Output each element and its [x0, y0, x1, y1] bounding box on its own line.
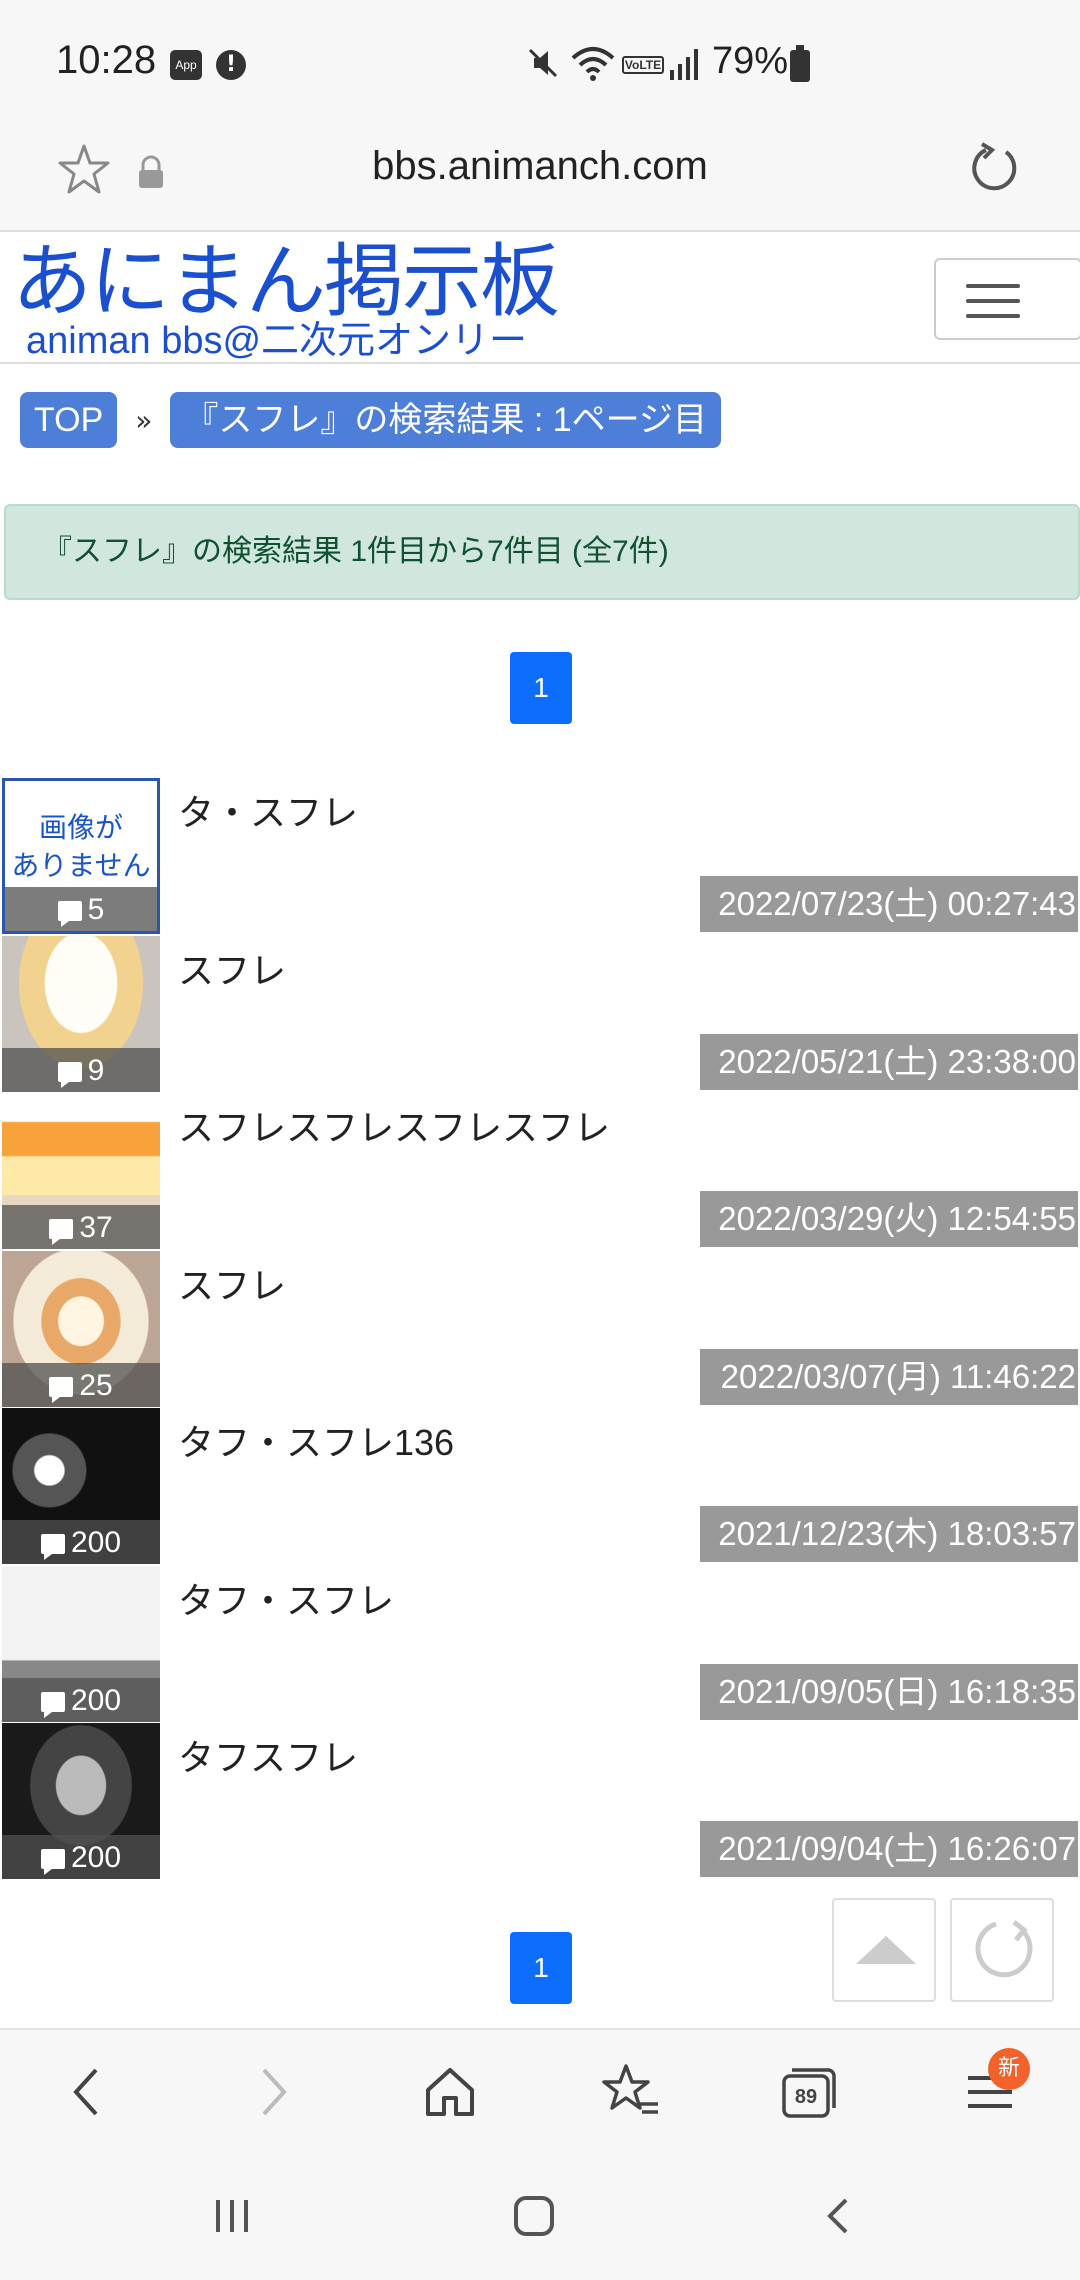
system-back-icon[interactable] — [814, 2192, 862, 2240]
battery-percent: 79% — [712, 40, 789, 82]
thread-title[interactable]: スフレ — [178, 1257, 286, 1309]
comment-icon — [49, 1376, 74, 1403]
thread-row[interactable]: 37 スフレスフレスフレスフレ 2022/03/29(火) 12:54:55 — [0, 1091, 1080, 1249]
bookmarks-icon[interactable] — [598, 2060, 662, 2124]
home-icon[interactable] — [418, 2060, 482, 2124]
hamburger-line — [966, 284, 1020, 288]
menu-new-badge: 新 — [988, 2048, 1030, 2090]
back-icon[interactable] — [56, 2060, 120, 2124]
thread-date: 2021/12/23(木) 18:03:57 — [700, 1506, 1078, 1562]
reply-count-value: 200 — [70, 1526, 122, 1559]
scroll-to-top-button[interactable] — [832, 1898, 936, 2002]
thread-date: 2022/07/23(土) 00:27:43 — [700, 876, 1078, 932]
browser-toolbar: 89 新 — [0, 2028, 1080, 2154]
wifi-icon — [571, 47, 615, 81]
battery-icon — [790, 45, 810, 82]
reply-count: 200 — [2, 1520, 160, 1564]
reply-count: 200 — [2, 1677, 160, 1722]
refresh-page-button[interactable] — [950, 1898, 1054, 2002]
triangle-up-icon — [856, 1936, 916, 1964]
breadcrumb: TOP » 『スフレ』の検索結果 : 1ページ目 — [20, 392, 721, 448]
comment-icon — [40, 1849, 65, 1875]
comment-icon — [49, 1219, 74, 1245]
hamburger-line — [966, 314, 1020, 318]
thread-date: 2021/09/05(日) 16:18:35 — [700, 1663, 1078, 1720]
hamburger-line — [966, 299, 1020, 303]
thread-thumbnail[interactable]: 200 — [2, 1723, 160, 1879]
forward-icon[interactable] — [240, 2060, 304, 2124]
thread-title[interactable]: スフレスフレスフレスフレ — [178, 1099, 610, 1151]
status-time: 10:28 — [56, 38, 157, 82]
breadcrumb-top[interactable]: TOP — [20, 392, 118, 448]
android-navigation-bar — [0, 2154, 1080, 2280]
url-text[interactable]: bbs.animanch.com — [0, 144, 1080, 189]
thread-title[interactable]: タフスフレ — [178, 1729, 358, 1781]
breadcrumb-separator: » — [135, 403, 153, 437]
thread-thumbnail[interactable]: 25 — [2, 1250, 160, 1407]
site-logo[interactable]: あにまん掲示板 — [12, 234, 560, 330]
thread-row[interactable]: 200 タフ・スフレ 2021/09/05(日) 16:18:35 — [0, 1564, 1080, 1722]
thread-date: 2022/05/21(土) 23:38:00 — [700, 1033, 1078, 1090]
comment-icon — [57, 901, 82, 927]
browser-url-bar: bbs.animanch.com — [0, 120, 1080, 232]
comment-icon — [57, 1061, 82, 1088]
thread-row[interactable]: 9 スフレ 2022/05/21(土) 23:38:00 — [0, 934, 1080, 1092]
volte-icon: VoLTE — [622, 56, 664, 74]
reply-count-value: 37 — [79, 1211, 113, 1244]
reply-count-value: 9 — [87, 1053, 105, 1087]
thread-thumbnail[interactable]: 9 — [2, 935, 160, 1092]
reply-count-value: 5 — [87, 893, 105, 926]
thread-thumbnail[interactable]: 200 — [2, 1565, 160, 1722]
thread-thumbnail[interactable]: 37 — [2, 1093, 160, 1249]
home-button-icon[interactable] — [510, 2192, 558, 2240]
reply-count: 9 — [2, 1047, 160, 1092]
search-result-summary: 『スフレ』の検索結果 1件目から7件目 (全7件) — [4, 504, 1080, 600]
breadcrumb-current[interactable]: 『スフレ』の検索結果 : 1ページ目 — [170, 392, 721, 448]
site-logo-subtitle: animan bbs@二次元オンリー — [26, 320, 528, 362]
thread-thumbnail[interactable]: 画像が ありません 5 — [2, 778, 160, 934]
reply-count: 200 — [2, 1835, 160, 1879]
reply-count-value: 200 — [70, 1841, 122, 1874]
thread-date: 2022/03/07(月) 11:46:22 — [700, 1348, 1078, 1405]
reload-icon[interactable] — [966, 140, 1022, 196]
tabs-count: 89 — [794, 2086, 818, 2108]
no-image-line2: ありません — [11, 850, 151, 881]
comment-icon — [40, 1691, 65, 1718]
site-header: あにまん掲示板 animan bbs@二次元オンリー — [0, 232, 1080, 364]
alert-icon: ! — [216, 50, 246, 80]
thread-row[interactable]: 200 タフ・スフレ136 2021/12/23(木) 18:03:57 — [0, 1406, 1080, 1564]
reply-count-value: 25 — [79, 1368, 113, 1402]
pagination-page-1[interactable]: 1 — [510, 652, 572, 724]
app-notification-icon: App — [170, 50, 202, 80]
reply-count: 37 — [2, 1205, 160, 1249]
thread-date: 2021/09/04(土) 16:26:07 — [700, 1821, 1078, 1877]
thread-row[interactable]: 25 スフレ 2022/03/07(月) 11:46:22 — [0, 1249, 1080, 1407]
reply-count-value: 200 — [70, 1683, 122, 1717]
thread-title[interactable]: スフレ — [178, 942, 286, 994]
thread-list: 画像が ありません 5 タ・スフレ 2022/07/23(土) 00:27:43… — [0, 776, 1080, 1879]
no-image-placeholder: 画像が ありません — [5, 809, 157, 885]
thread-date: 2022/03/29(火) 12:54:55 — [700, 1191, 1078, 1247]
pagination-page-1-bottom[interactable]: 1 — [510, 1932, 572, 2004]
no-image-line1: 画像が — [38, 812, 123, 843]
signal-icon — [670, 49, 698, 80]
comment-icon — [40, 1534, 65, 1560]
mute-icon — [528, 48, 558, 78]
refresh-icon — [975, 1920, 1033, 1978]
thread-row[interactable]: 画像が ありません 5 タ・スフレ 2022/07/23(土) 00:27:43 — [0, 776, 1080, 934]
status-bar: 10:28 App ! VoLTE 79% — [0, 0, 1080, 120]
reply-count: 25 — [2, 1362, 160, 1407]
thread-row[interactable]: 200 タフスフレ 2021/09/04(土) 16:26:07 — [0, 1721, 1080, 1879]
hamburger-menu-button[interactable] — [934, 258, 1080, 340]
reply-count: 5 — [5, 887, 157, 931]
thread-thumbnail[interactable]: 200 — [2, 1408, 160, 1564]
thread-title[interactable]: タフ・スフレ — [178, 1572, 394, 1624]
recent-apps-icon[interactable] — [208, 2192, 256, 2240]
thread-title[interactable]: タ・スフレ — [178, 784, 358, 836]
tabs-button[interactable]: 89 — [776, 2060, 840, 2124]
thread-title[interactable]: タフ・スフレ136 — [178, 1414, 454, 1466]
